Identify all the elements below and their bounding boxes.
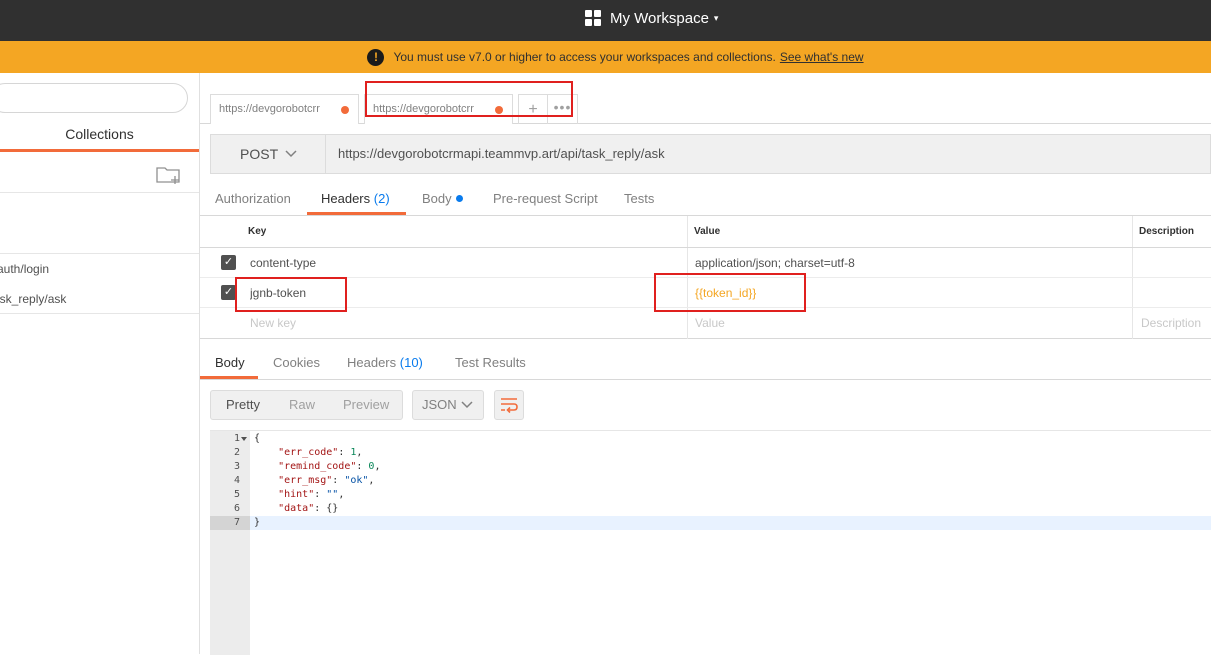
header-value[interactable]: application/json; charset=utf-8	[695, 248, 855, 278]
caret-down-icon: ▾	[713, 12, 719, 23]
table-header-row: Key Value Description	[200, 216, 1211, 248]
method-select[interactable]: POST	[210, 134, 326, 174]
line-number: 4	[233, 475, 240, 486]
modified-dot-icon	[455, 195, 463, 202]
new-value-input[interactable]: Value	[695, 308, 725, 338]
upgrade-banner: ! You must use v7.0 or higher to access …	[0, 41, 1211, 73]
tab-tests[interactable]: Tests	[624, 184, 654, 215]
line-number: 1	[210, 432, 250, 446]
workspace-grid-icon	[585, 10, 601, 26]
divider	[0, 192, 199, 193]
tab-body[interactable]: Body	[422, 184, 463, 215]
new-tab-button[interactable]: +	[518, 94, 548, 124]
chevron-down-icon	[461, 401, 473, 409]
col-key-header: Key	[248, 226, 267, 237]
header-key[interactable]: jgnb-token	[250, 278, 306, 308]
json-value: ""	[326, 489, 339, 500]
format-toggle: Pretty Raw Preview	[210, 390, 403, 420]
table-row: ✓ jgnb-token {{token_id}}	[200, 278, 1211, 308]
see-whats-new-link[interactable]: See what's new	[780, 50, 864, 64]
more-tabs-button[interactable]: •••	[548, 94, 578, 124]
wrap-icon	[501, 398, 518, 414]
col-description-header: Description	[1139, 226, 1195, 237]
response-editor[interactable]: 12 3 4 5 6 7 { "err_code": 1, "remind_code": …	[210, 430, 1211, 655]
tab-response-body[interactable]: Body	[215, 348, 245, 379]
current-line-highlight	[250, 516, 1211, 530]
preview-button[interactable]: Preview	[343, 391, 389, 419]
sidebar-item-auth-login[interactable]: auth/login	[0, 257, 199, 281]
top-bar: My Workspace ▾	[0, 0, 1211, 41]
code-line: "err_code": 1,	[278, 447, 363, 458]
sidebar: Collections auth/login ask_reply/ask	[0, 73, 200, 654]
unsaved-dot-icon	[341, 106, 349, 114]
header-key[interactable]: content-type	[250, 248, 316, 278]
new-collection-icon[interactable]	[156, 165, 182, 185]
headers-table: Key Value Description ✓ content-type app…	[200, 216, 1211, 339]
chevron-down-icon	[285, 150, 297, 158]
code-line: "data": {}	[278, 503, 339, 514]
request-tab-strip: https://devgorobotcrr https://devgorobot…	[200, 73, 1211, 124]
json-key: "err_code"	[278, 447, 339, 458]
pretty-button[interactable]: Pretty	[226, 391, 260, 419]
table-row: ✓ content-type application/json; charset…	[200, 248, 1211, 278]
json-value: {}	[326, 503, 339, 514]
active-tab-underline	[307, 212, 406, 215]
request-tab-active[interactable]: https://devgorobotcrr	[364, 94, 513, 124]
line-number: 3	[233, 461, 240, 472]
wrap-lines-button[interactable]	[494, 390, 524, 420]
line-gutter: 12 3 4 5 6 7	[210, 431, 250, 655]
row-checkbox[interactable]: ✓	[221, 285, 236, 300]
json-key: "remind_code"	[278, 461, 357, 472]
divider	[0, 253, 199, 254]
tab-test-results[interactable]: Test Results	[455, 348, 526, 379]
code-line: "remind_code": 0,	[278, 461, 381, 472]
code-line: "hint": "",	[278, 489, 345, 500]
sidebar-search-input[interactable]	[0, 83, 188, 113]
col-value-header: Value	[694, 226, 721, 237]
language-select[interactable]: JSON	[412, 390, 484, 420]
banner-message: You must use v7.0 or higher to access yo…	[393, 50, 776, 64]
header-value[interactable]: {{token_id}}	[695, 278, 756, 308]
response-tabs: Body Cookies Headers (10) Test Results	[200, 346, 1211, 380]
warning-icon: !	[367, 48, 385, 66]
json-key: "hint"	[278, 489, 315, 500]
tab-pre-request-script[interactable]: Pre-request Script	[493, 184, 598, 215]
json-key: "err_msg"	[278, 475, 333, 486]
tab-response-headers[interactable]: Headers (10)	[347, 348, 423, 379]
json-key: "data"	[278, 503, 315, 514]
code-line: }	[254, 517, 261, 528]
raw-button[interactable]: Raw	[289, 391, 315, 419]
row-checkbox[interactable]: ✓	[221, 255, 236, 270]
active-tab-underline	[0, 149, 199, 152]
tab-authorization[interactable]: Authorization	[215, 184, 291, 215]
line-number: 2	[233, 447, 240, 458]
code-line: {	[254, 433, 261, 444]
new-description-input[interactable]: Description	[1141, 308, 1201, 338]
line-number: 6	[233, 503, 240, 514]
code-line: "err_msg": "ok",	[278, 475, 375, 486]
json-value: "ok"	[344, 475, 369, 486]
request-subtabs: Authorization Headers (2) Body Pre-reque…	[200, 184, 1211, 216]
table-row-new: New key Value Description	[200, 308, 1211, 338]
request-tab[interactable]: https://devgorobotcrr	[210, 94, 359, 124]
line-number: 5	[233, 489, 240, 500]
line-number: 7	[210, 516, 250, 530]
active-tab-underline	[200, 376, 258, 379]
unsaved-dot-icon	[495, 106, 503, 114]
url-input[interactable]: https://devgorobotcrmapi.teammvp.art/api…	[326, 134, 1211, 174]
new-key-input[interactable]: New key	[250, 308, 296, 338]
fold-arrow-icon[interactable]	[241, 437, 247, 441]
workspace-label: My Workspace	[610, 9, 709, 27]
tab-headers[interactable]: Headers (2)	[321, 184, 390, 215]
workspace-switcher[interactable]: My Workspace ▾	[585, 8, 718, 28]
divider	[0, 313, 199, 314]
tab-cookies[interactable]: Cookies	[273, 348, 320, 379]
sidebar-item-task-reply-ask[interactable]: ask_reply/ask	[0, 287, 199, 311]
